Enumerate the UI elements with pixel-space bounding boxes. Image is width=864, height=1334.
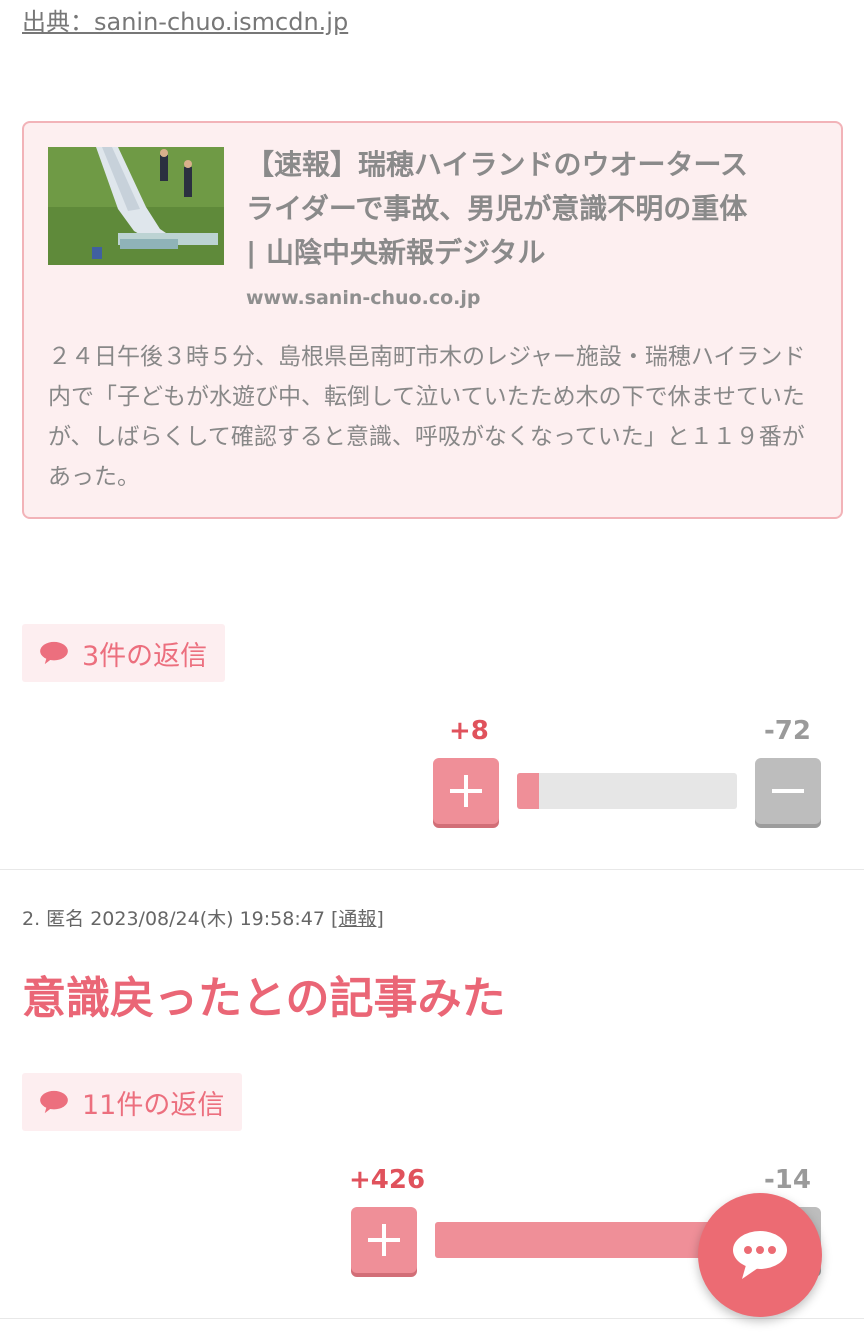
comment-meta-text: 2. 匿名 2023/08/24(木) 19:58:47 [22, 908, 331, 930]
article-description: ２４日午後３時５分、島根県邑南町市木のレジャー施設・瑞穂ハイランド内で「子どもが… [48, 344, 806, 490]
replies-label: 11件の返信 [82, 1089, 225, 1121]
comment-meta: 2. 匿名 2023/08/24(木) 19:58:47 [通報] [22, 904, 384, 931]
speech-bubble-icon [40, 1090, 68, 1114]
replies-label: 3件の返信 [82, 640, 208, 672]
vote-ratio-bar [517, 773, 737, 809]
vote-ratio-fill [435, 1222, 728, 1258]
plus-icon [450, 775, 482, 807]
article-domain: www.sanin-chuo.co.jp [246, 287, 481, 309]
replies-button[interactable]: 3件の返信 [22, 624, 226, 682]
replies-button[interactable]: 11件の返信 [22, 1073, 243, 1131]
article-thumbnail [48, 147, 224, 265]
report-link[interactable]: [通報] [331, 908, 384, 930]
vote-ratio-fill [517, 773, 539, 809]
divider [0, 1318, 864, 1319]
speech-bubble-icon [40, 641, 68, 665]
minus-vote-button[interactable] [755, 758, 821, 824]
comment-body: 意識戻ったとの記事みた [22, 973, 506, 1024]
article-title[interactable]: 【速報】瑞穂ハイランドのウオータースライダーで事故、男児が意識不明の重体 | 山… [246, 143, 766, 275]
link-preview-card[interactable]: 【速報】瑞穂ハイランドのウオータースライダーで事故、男児が意識不明の重体 | 山… [22, 121, 843, 519]
plus-icon [368, 1224, 400, 1256]
plus-vote-button[interactable] [433, 758, 499, 824]
vote-ratio-bar [435, 1222, 737, 1258]
minus-icon [772, 789, 804, 793]
chat-bubble-icon [733, 1231, 787, 1279]
minus-count: -72 [764, 716, 811, 746]
plus-count: +426 [349, 1165, 426, 1195]
minus-count: -14 [764, 1165, 811, 1195]
source-link[interactable]: 出典：sanin-chuo.ismcdn.jp [22, 2, 348, 37]
divider [0, 869, 864, 870]
plus-count: +8 [449, 716, 489, 746]
chat-fab-button[interactable] [698, 1193, 822, 1317]
plus-vote-button[interactable] [351, 1207, 417, 1273]
